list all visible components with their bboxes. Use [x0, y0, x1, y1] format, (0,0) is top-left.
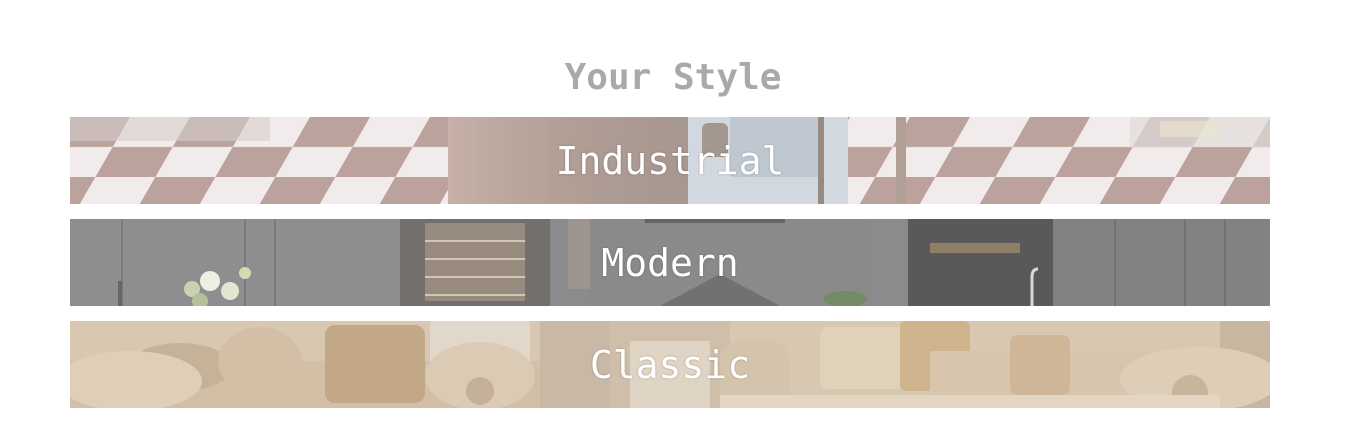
section-title: Your Style [564, 57, 782, 98]
style-selector-page: Your Style Industrial Modern Classic [0, 0, 1346, 444]
style-label-modern: Modern [601, 240, 739, 285]
style-option-industrial[interactable]: Industrial [70, 117, 1270, 204]
style-option-classic[interactable]: Classic [70, 321, 1270, 408]
style-option-modern[interactable]: Modern [70, 219, 1270, 306]
style-label-classic: Classic [589, 342, 751, 387]
style-label-industrial: Industrial [555, 138, 785, 183]
